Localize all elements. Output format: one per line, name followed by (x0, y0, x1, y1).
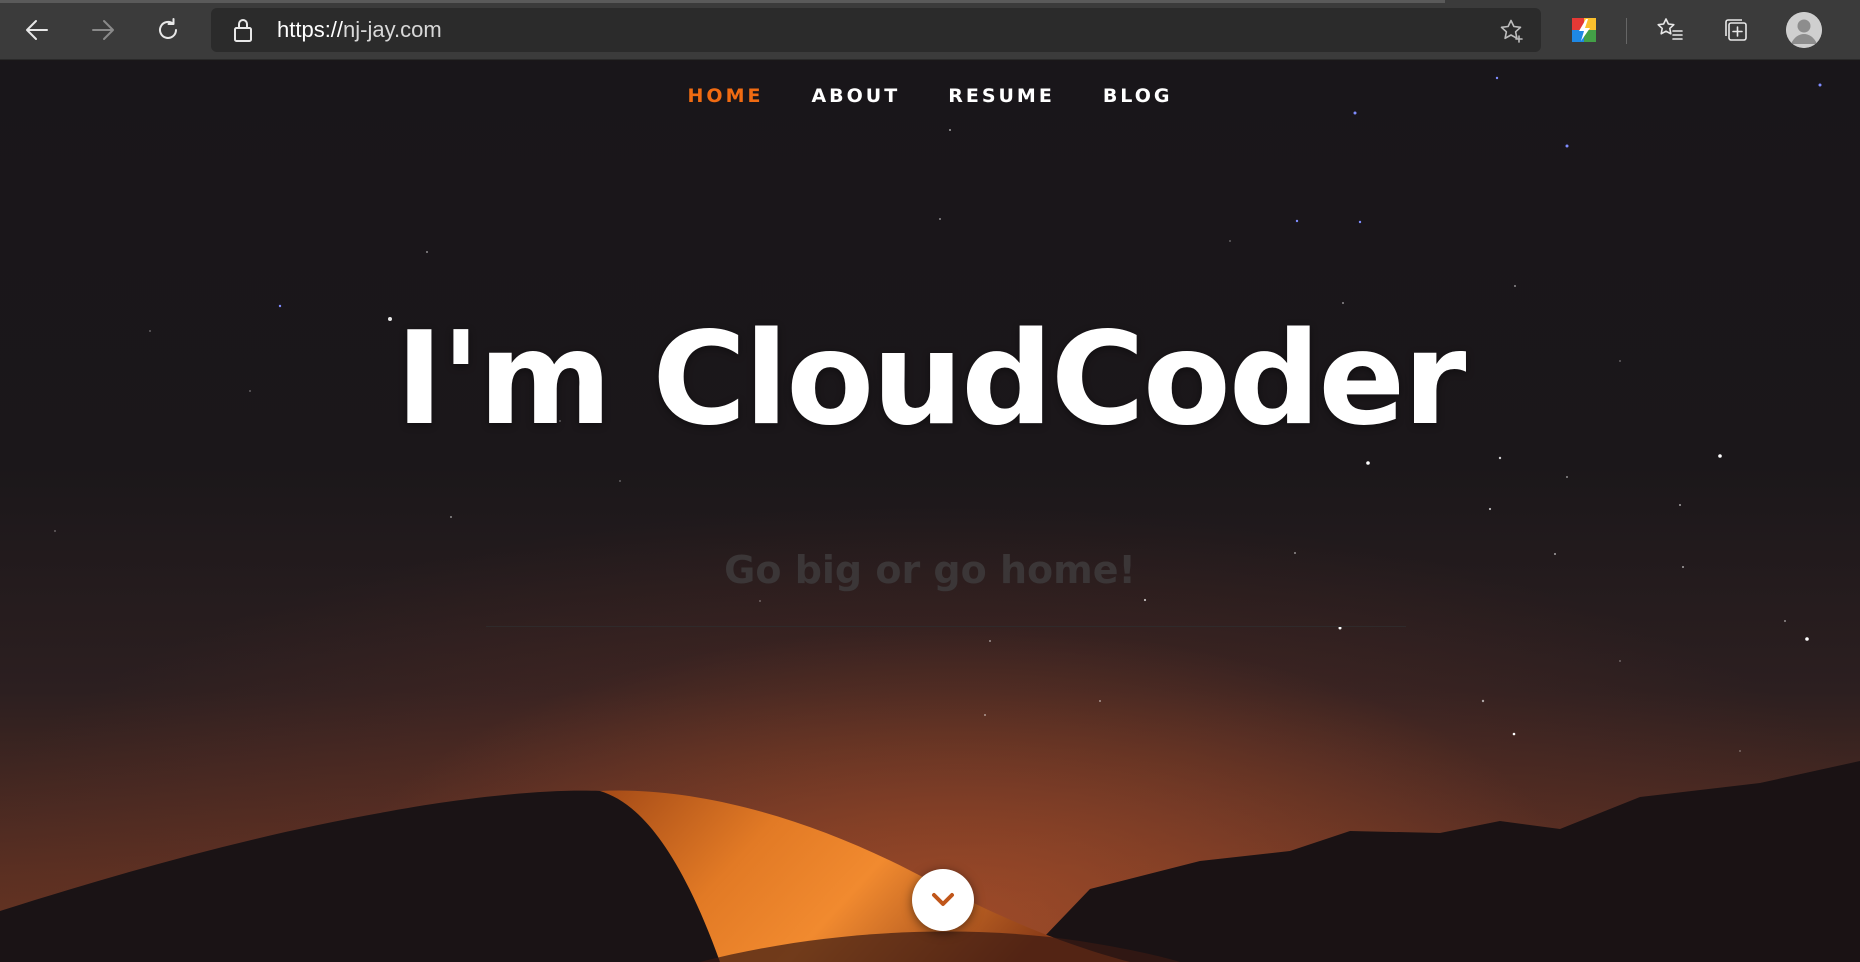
url-host: nj-jay.com (343, 17, 442, 42)
profile-avatar-icon (1786, 12, 1822, 48)
address-bar[interactable]: https://nj-jay.com (211, 8, 1541, 52)
extension-button[interactable] (1565, 11, 1603, 49)
toolbar-divider (1626, 18, 1627, 44)
collections-button[interactable] (1717, 11, 1755, 49)
favorites-button[interactable] (1651, 11, 1689, 49)
chevron-down-icon (932, 893, 954, 906)
nav-blog[interactable]: BLOG (1103, 85, 1173, 107)
url-protocol: https:// (277, 17, 344, 42)
collections-icon (1725, 19, 1747, 41)
favorites-list-icon (1657, 18, 1683, 40)
page-load-indicator (0, 0, 1445, 3)
nav-about[interactable]: ABOUT (811, 85, 900, 107)
refresh-button[interactable] (148, 10, 188, 50)
nav-home[interactable]: HOME (688, 85, 764, 107)
forward-arrow-icon (92, 20, 114, 40)
back-arrow-icon (26, 20, 48, 40)
site-nav: HOME ABOUT RESUME BLOG (0, 61, 1860, 131)
hero-divider (486, 626, 1406, 627)
page-viewport: HOME ABOUT RESUME BLOG I'm CloudCoder Go… (0, 61, 1860, 962)
extension-icon (1572, 18, 1596, 42)
hero-title: I'm CloudCoder (395, 305, 1467, 454)
url-text[interactable]: https://nj-jay.com (277, 8, 442, 52)
back-button[interactable] (17, 10, 57, 50)
browser-toolbar: https://nj-jay.com (0, 0, 1860, 60)
profile-button[interactable] (1786, 12, 1822, 48)
desert-dunes-background (0, 761, 1860, 962)
refresh-icon (159, 18, 177, 39)
forward-button[interactable] (83, 10, 123, 50)
hero-subtitle: Go big or go home! (724, 548, 1136, 592)
lock-icon (234, 19, 252, 42)
nav-resume[interactable]: RESUME (948, 85, 1055, 107)
scroll-down-button[interactable] (912, 869, 974, 931)
star-add-icon[interactable] (1499, 18, 1525, 44)
